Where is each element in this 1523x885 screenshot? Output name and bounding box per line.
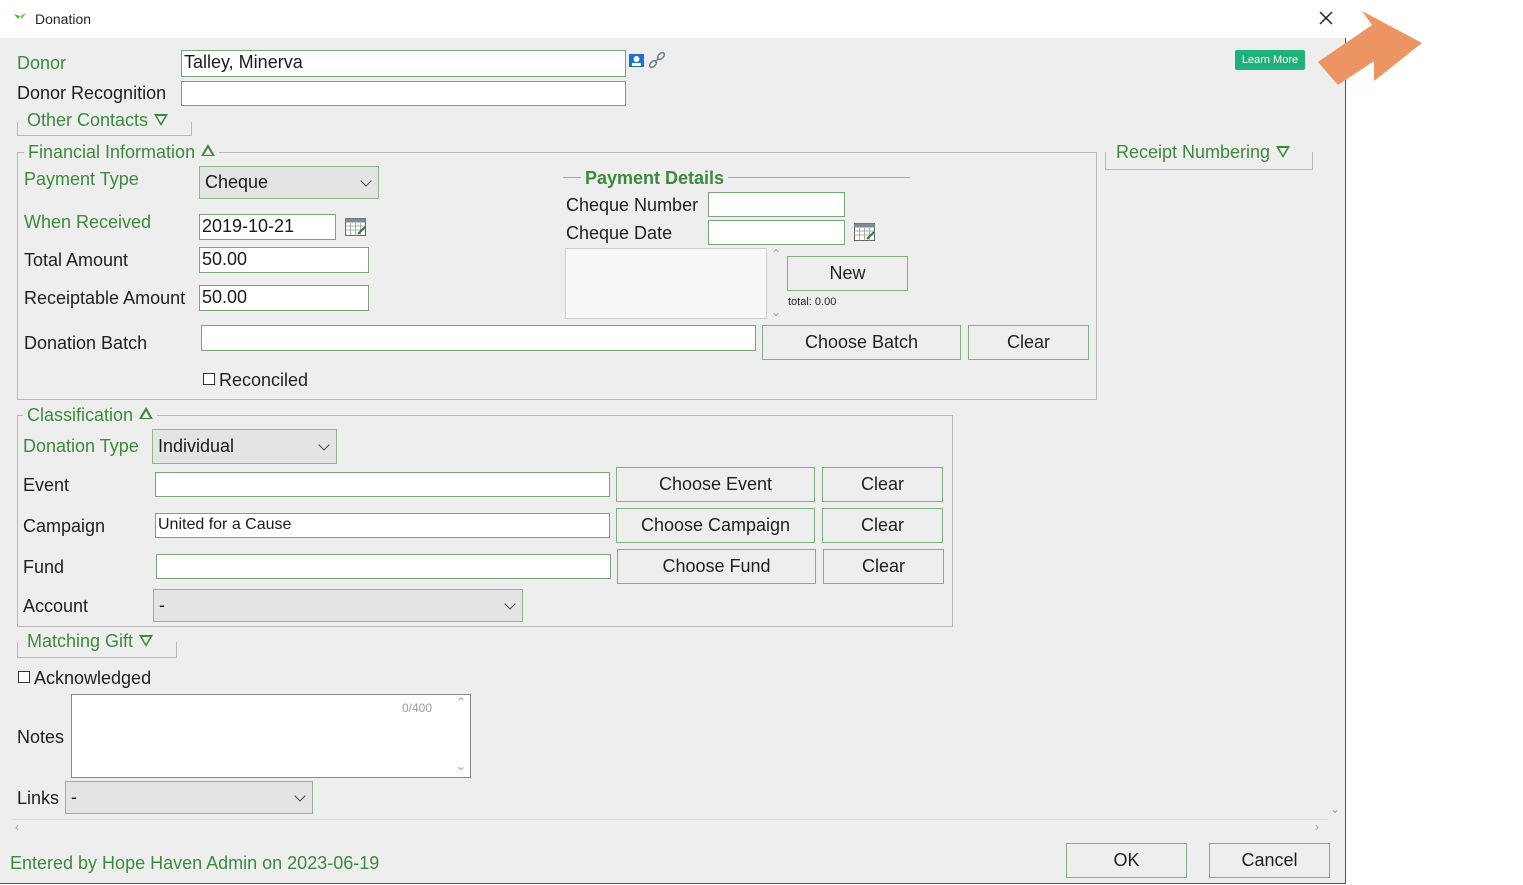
- total-amount-field[interactable]: 50.00: [199, 247, 369, 273]
- notes-counter: 0/400: [402, 701, 433, 715]
- reconciled-label: Reconciled: [219, 370, 309, 390]
- receipt-numbering-label: Receipt Numbering: [1116, 142, 1271, 162]
- entered-by-text: Entered by Hope Haven Admin on 2023-06-1…: [10, 853, 380, 873]
- app-logo-icon: [14, 13, 26, 19]
- clear-event-button[interactable]: Clear: [822, 467, 943, 502]
- financial-information-group: [17, 152, 1097, 400]
- notes-textarea[interactable]: 0/400 ⌃ ⌄: [71, 694, 471, 778]
- donation-type-label: Donation Type: [23, 436, 139, 456]
- clear-campaign-button[interactable]: Clear: [822, 508, 943, 543]
- other-contacts-toggle[interactable]: Other Contacts: [23, 110, 173, 131]
- payment-type-value: Cheque: [205, 172, 269, 192]
- scroll-down-icon[interactable]: ⌄: [1330, 802, 1340, 816]
- account-value: -: [159, 595, 165, 615]
- chevron-down-icon: [360, 174, 372, 187]
- chevron-down-icon: [294, 789, 306, 802]
- financial-information-toggle[interactable]: Financial Information: [24, 142, 220, 163]
- account-select[interactable]: -: [153, 589, 523, 622]
- campaign-field[interactable]: United for a Cause: [155, 513, 610, 538]
- collapse-icon: [139, 407, 154, 419]
- new-button[interactable]: New: [787, 256, 908, 291]
- choose-fund-button[interactable]: Choose Fund: [617, 549, 816, 584]
- calendar-icon[interactable]: [854, 223, 876, 241]
- event-label: Event: [23, 475, 70, 495]
- ok-button[interactable]: OK: [1066, 843, 1187, 878]
- donor-recognition-field[interactable]: [181, 81, 626, 106]
- horizontal-scrollbar[interactable]: [12, 819, 1328, 820]
- expand-icon: [139, 635, 154, 647]
- chevron-down-icon: [318, 438, 330, 451]
- other-contacts-label: Other Contacts: [27, 110, 149, 130]
- clear-batch-button[interactable]: Clear: [968, 325, 1089, 360]
- receiptable-amount-field[interactable]: 50.00: [199, 285, 369, 311]
- campaign-label: Campaign: [23, 516, 106, 536]
- calendar-icon[interactable]: [345, 218, 367, 236]
- scroll-up-icon[interactable]: ⌃: [771, 247, 781, 261]
- payment-type-select[interactable]: Cheque: [199, 166, 379, 199]
- scroll-down-icon[interactable]: ⌄: [456, 759, 466, 773]
- donation-batch-label: Donation Batch: [24, 333, 148, 353]
- expand-icon: [1276, 146, 1291, 158]
- donation-dialog: Donation Learn More Donor Talley, Minerv…: [0, 0, 1346, 884]
- links-value: -: [71, 787, 77, 807]
- cheque-date-label: Cheque Date: [566, 223, 673, 243]
- cheque-total-text: total: 0.00: [788, 296, 837, 308]
- learn-more-button[interactable]: Learn More: [1235, 50, 1305, 70]
- matching-gift-toggle[interactable]: Matching Gift: [23, 631, 158, 652]
- cheque-list[interactable]: [565, 248, 767, 319]
- chevron-down-icon: [504, 597, 516, 610]
- classification-toggle[interactable]: Classification: [23, 405, 158, 426]
- donor-field[interactable]: Talley, Minerva: [181, 50, 626, 77]
- receiptable-amount-label: Receiptable Amount: [24, 288, 186, 308]
- donation-type-value: Individual: [158, 436, 235, 456]
- event-field[interactable]: [155, 472, 610, 497]
- when-received-field[interactable]: 2019-10-21: [199, 214, 336, 240]
- cheque-number-label: Cheque Number: [566, 195, 699, 215]
- financial-information-label: Financial Information: [28, 142, 196, 162]
- notes-label: Notes: [17, 727, 65, 747]
- links-select[interactable]: -: [65, 781, 313, 814]
- donation-type-select[interactable]: Individual: [152, 429, 337, 464]
- links-label: Links: [17, 788, 60, 808]
- choose-event-button[interactable]: Choose Event: [616, 467, 815, 502]
- collapse-icon: [201, 144, 216, 156]
- choose-batch-button[interactable]: Choose Batch: [762, 325, 961, 360]
- when-received-label: When Received: [24, 212, 152, 232]
- donation-batch-field[interactable]: [201, 325, 756, 351]
- payment-details-heading: Payment Details: [581, 168, 729, 189]
- donor-label: Donor: [17, 53, 67, 73]
- scroll-up-icon[interactable]: ⌃: [456, 695, 466, 709]
- fund-label: Fund: [23, 557, 65, 577]
- reconciled-checkbox[interactable]: [203, 373, 215, 385]
- matching-gift-label: Matching Gift: [27, 631, 134, 651]
- acknowledged-label: Acknowledged: [34, 668, 152, 688]
- scroll-down-icon[interactable]: ⌄: [771, 305, 781, 319]
- title-bar: Donation: [0, 0, 1346, 38]
- window-title: Donation: [35, 11, 92, 27]
- choose-campaign-button[interactable]: Choose Campaign: [616, 508, 815, 543]
- scroll-right-icon[interactable]: ›: [1315, 820, 1319, 834]
- contact-card-icon[interactable]: [628, 52, 646, 70]
- callout-arrow-icon: [1318, 11, 1422, 85]
- clear-fund-button[interactable]: Clear: [823, 549, 944, 584]
- total-amount-label: Total Amount: [24, 250, 129, 270]
- cancel-button[interactable]: Cancel: [1209, 843, 1330, 878]
- link-icon[interactable]: [647, 50, 667, 70]
- fund-field[interactable]: [156, 554, 611, 579]
- expand-icon: [154, 114, 169, 126]
- donor-recognition-label: Donor Recognition: [17, 83, 167, 103]
- receipt-numbering-toggle[interactable]: Receipt Numbering: [1112, 142, 1295, 163]
- account-label: Account: [23, 596, 89, 616]
- scroll-left-icon[interactable]: ‹: [15, 820, 19, 834]
- acknowledged-checkbox[interactable]: [18, 671, 30, 683]
- cheque-number-field[interactable]: [708, 192, 845, 217]
- cheque-date-field[interactable]: [708, 220, 845, 245]
- classification-label: Classification: [27, 405, 134, 425]
- payment-type-label: Payment Type: [24, 169, 139, 189]
